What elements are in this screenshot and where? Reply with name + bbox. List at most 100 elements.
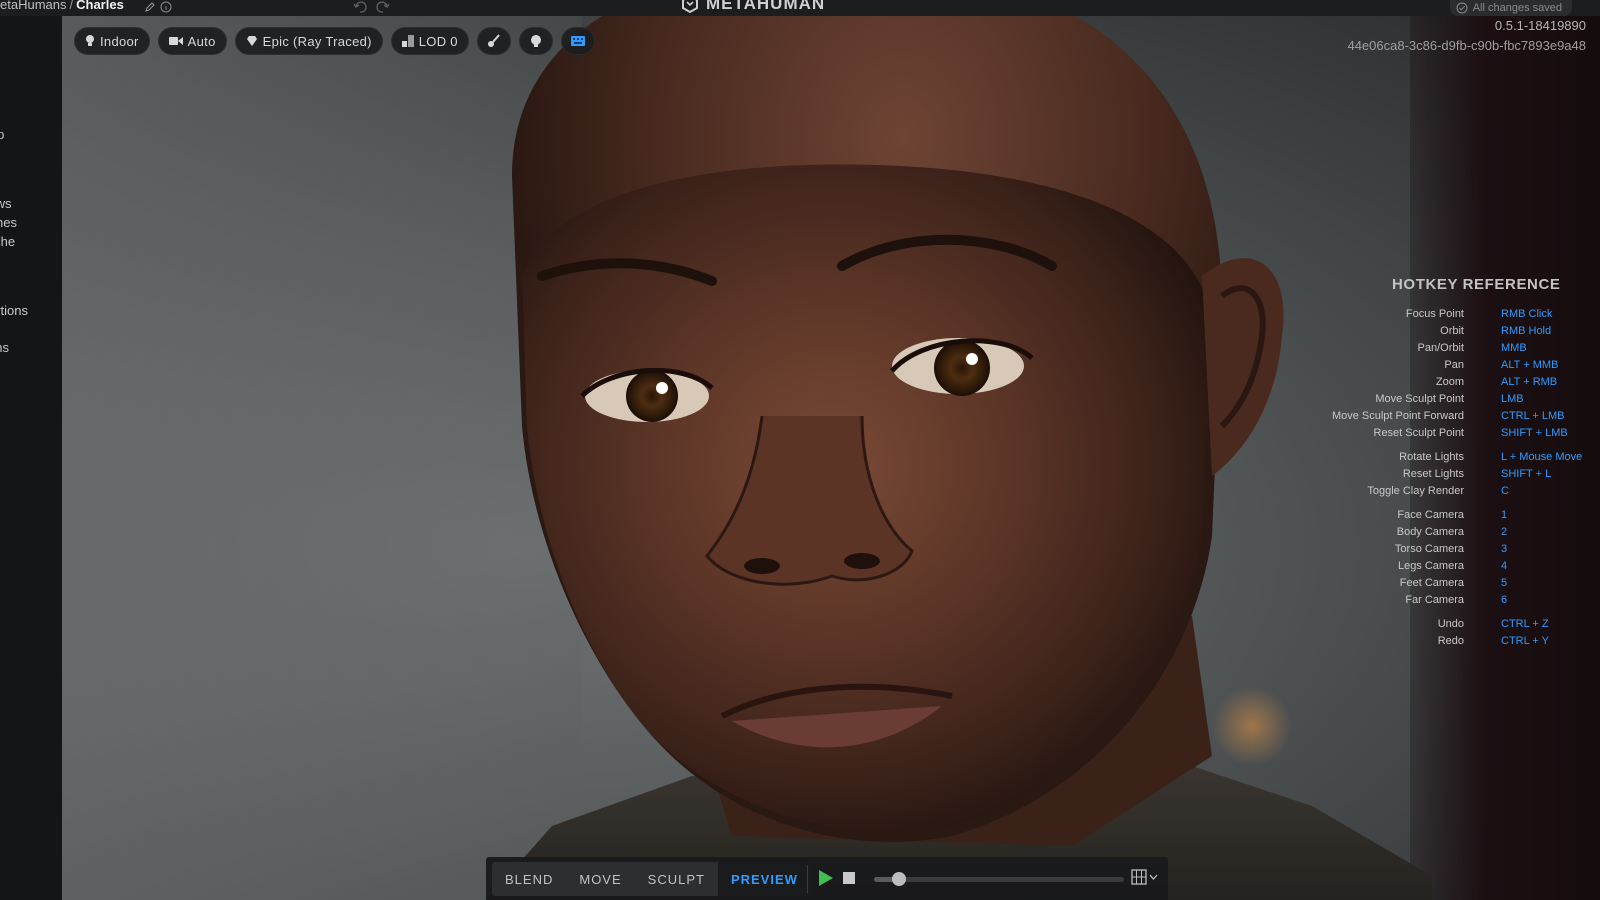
hotkey-action: Body Camera — [1396, 526, 1464, 538]
hotkey-row: Orbit RMB Hold — [1330, 324, 1600, 338]
tab-move[interactable]: MOVE — [566, 862, 634, 896]
lighting-label: Indoor — [100, 33, 139, 49]
metahuman-logo: METAHUMAN — [680, 0, 825, 14]
hotkey-row: Body Camera 2 — [1330, 525, 1600, 539]
hotkey-row: Zoom ALT + RMB — [1330, 375, 1600, 389]
hotkey-key: ALT + RMB — [1501, 376, 1558, 388]
left-sidebar: up ows shes che rtions ms — [0, 16, 62, 900]
lod-dropdown[interactable]: LOD 0 — [390, 27, 469, 55]
breadcrumb-parent[interactable]: etaHumans — [0, 0, 66, 12]
chevron-down-icon — [1149, 874, 1158, 880]
video-camera-icon — [168, 37, 183, 45]
lighting-dropdown[interactable]: Indoor — [74, 27, 150, 55]
lod-label: LOD 0 — [418, 33, 458, 49]
brush-button[interactable] — [476, 27, 511, 55]
hotkey-row: Focus Point RMB Click — [1330, 307, 1600, 321]
hotkey-row: Redo CTRL + Y — [1330, 634, 1600, 648]
hotkey-key: ALT + MMB — [1501, 359, 1559, 371]
hotkey-row: Undo CTRL + Z — [1330, 617, 1600, 631]
hotkey-row: Legs Camera 4 — [1330, 559, 1600, 573]
head-button[interactable] — [518, 27, 553, 55]
hotkey-action: Pan — [1444, 359, 1464, 371]
hotkey-key: LMB — [1501, 393, 1524, 405]
keyboard-icon — [570, 36, 585, 46]
camera-dropdown[interactable]: Auto — [157, 27, 227, 55]
hotkey-action: Torso Camera — [1394, 543, 1464, 555]
hotkey-key: RMB Hold — [1501, 325, 1552, 337]
hotkey-action: Move Sculpt Point Forward — [1331, 410, 1464, 422]
check-circle-icon — [1456, 2, 1468, 14]
hotkey-row: Feet Camera 5 — [1330, 576, 1600, 590]
info-icon[interactable] — [160, 0, 172, 13]
quality-dropdown[interactable]: Epic (Ray Traced) — [234, 27, 383, 55]
hotkey-key: MMB — [1501, 342, 1527, 354]
hotkey-action: Move Sculpt Point — [1375, 393, 1464, 405]
quality-label: Epic (Ray Traced) — [262, 33, 372, 49]
sidebar-item[interactable]: ms — [0, 340, 17, 355]
timeline-handle[interactable] — [892, 872, 906, 886]
stop-icon[interactable] — [843, 872, 855, 884]
save-status-badge: All changes saved — [1449, 0, 1572, 16]
tab-sculpt[interactable]: SCULPT — [635, 862, 718, 896]
breadcrumb-separator: / — [69, 0, 74, 12]
hotkey-row: Reset Sculpt Point SHIFT + LMB — [1330, 426, 1600, 440]
hotkey-key: RMB Click — [1501, 308, 1553, 320]
edit-icon[interactable] — [144, 0, 156, 12]
hotkey-key: SHIFT + L — [1501, 468, 1552, 480]
keyboard-button[interactable] — [560, 27, 595, 55]
asset-id-label: 44e06ca8-3c86-d9fb-c90b-fbc7893e9a48 — [1347, 38, 1586, 53]
render-settings-icon — [1131, 869, 1147, 885]
redo-icon[interactable] — [376, 0, 390, 13]
hotkey-key: C — [1501, 485, 1509, 497]
sidebar-item[interactable]: rtions — [0, 303, 32, 318]
timeline-slider[interactable] — [874, 872, 1124, 886]
hotkey-reference-title: HOTKEY REFERENCE — [1392, 276, 1561, 293]
hotkey-action: Focus Point — [1405, 308, 1464, 320]
hotkey-action: Redo — [1437, 635, 1464, 647]
hotkey-key: 2 — [1501, 526, 1508, 538]
hotkey-key: CTRL + Y — [1501, 635, 1549, 647]
hotkey-row: Pan ALT + MMB — [1330, 358, 1600, 372]
hotkey-key: 5 — [1501, 577, 1508, 589]
breadcrumb: etaHumans / Charles — [0, 0, 124, 12]
hotkey-row: Torso Camera 3 — [1330, 542, 1600, 556]
hotkey-action: Face Camera — [1397, 509, 1464, 521]
hotkey-action: Zoom — [1435, 376, 1464, 388]
save-status-text: All changes saved — [1472, 2, 1562, 14]
hotkey-row: Face Camera 1 — [1330, 508, 1600, 522]
hotkey-key: CTRL + LMB — [1501, 410, 1565, 422]
hotkey-row: Move Sculpt Point LMB — [1330, 392, 1600, 406]
sidebar-item[interactable]: che — [0, 234, 21, 249]
sidebar-item[interactable]: ows — [0, 196, 23, 211]
hotkey-action: Far Camera — [1405, 594, 1464, 606]
logo-text: METAHUMAN — [706, 0, 826, 13]
hotkey-action: Reset Sculpt Point — [1373, 427, 1465, 439]
hotkey-row: Far Camera 6 — [1330, 593, 1600, 607]
diamond-icon — [246, 36, 257, 46]
hotkey-row: Pan/Orbit MMB — [1330, 341, 1600, 355]
tab-preview[interactable]: PREVIEW — [717, 862, 811, 896]
hotkey-action: Reset Lights — [1402, 468, 1464, 480]
camera-label: Auto — [187, 33, 216, 49]
hotkey-action: Toggle Clay Render — [1367, 485, 1464, 497]
tab-blend[interactable]: BLEND — [492, 862, 566, 896]
metahuman-logo-icon — [682, 0, 698, 14]
metahuman-character-render[interactable] — [432, 16, 1432, 900]
hotkey-key: 6 — [1501, 594, 1508, 606]
hotkey-row: Rotate Lights L + Mouse Move — [1330, 450, 1600, 464]
hotkey-key: L + Mouse Move — [1501, 451, 1583, 463]
version-label: 0.5.1-18419890 — [1494, 18, 1586, 33]
hotkey-row: Move Sculpt Point Forward CTRL + LMB — [1330, 409, 1600, 423]
hotkey-action: Feet Camera — [1399, 577, 1464, 589]
head-icon — [530, 35, 541, 47]
hotkey-key: SHIFT + LMB — [1501, 427, 1568, 439]
sidebar-item[interactable]: shes — [0, 215, 27, 230]
render-settings-dropdown[interactable] — [1131, 869, 1158, 885]
undo-icon[interactable] — [353, 0, 367, 13]
hotkey-row: Toggle Clay Render C — [1330, 484, 1600, 498]
hotkey-key: 3 — [1501, 543, 1508, 555]
breadcrumb-current: Charles — [76, 0, 124, 12]
sidebar-item[interactable]: up — [0, 127, 14, 142]
hotkey-action: Legs Camera — [1397, 560, 1464, 572]
play-icon[interactable] — [818, 869, 834, 887]
